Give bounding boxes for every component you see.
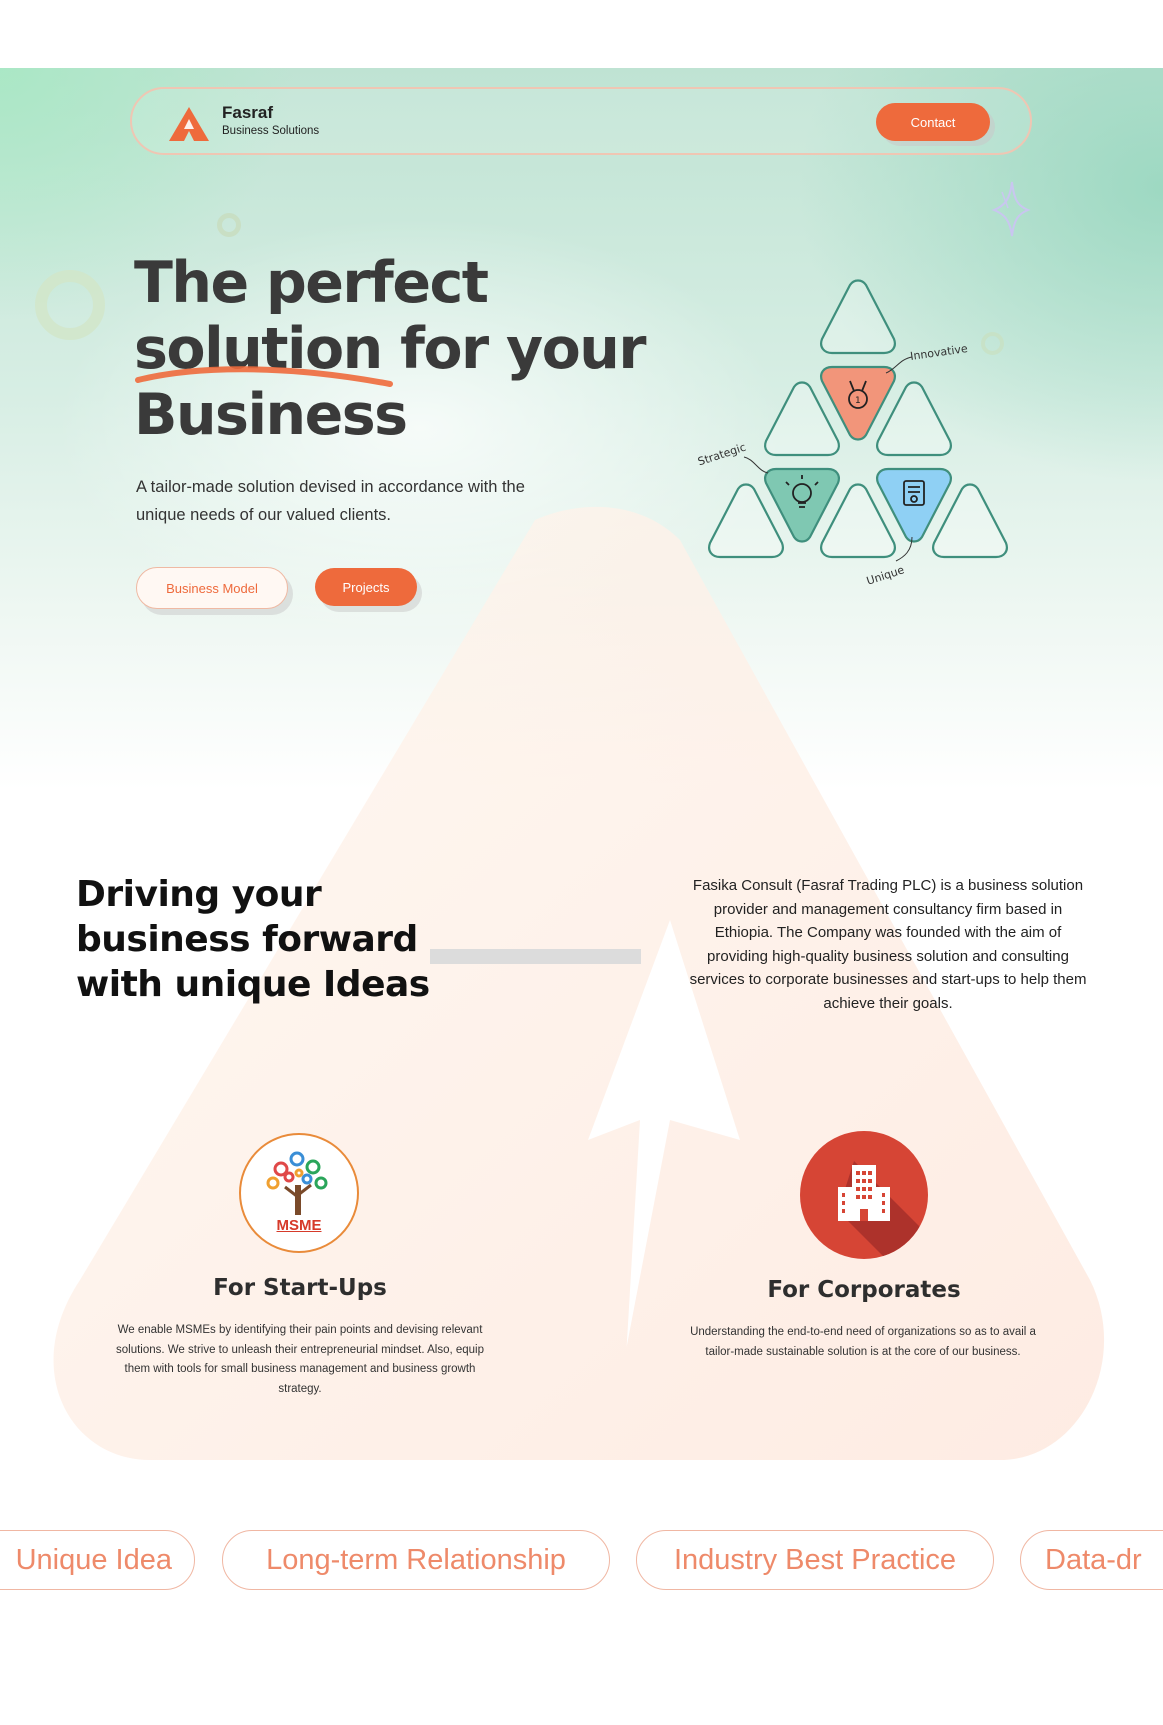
msme-logo-text: MSME bbox=[276, 1217, 322, 1234]
contact-button[interactable]: Contact bbox=[876, 103, 990, 141]
about-heading-line: with unique Ideas bbox=[76, 964, 430, 1005]
hero-subtitle: A tailor-made solution devised in accord… bbox=[136, 473, 606, 529]
corporates-text: Understanding the end-to-end need of org… bbox=[690, 1326, 1036, 1358]
business-model-button[interactable]: Business Model bbox=[136, 567, 288, 609]
hero-title: The perfect solution for your Business bbox=[134, 250, 647, 448]
hero-title-line: The perfect bbox=[134, 250, 489, 316]
value-pill-unique-idea[interactable]: Unique Idea bbox=[0, 1530, 195, 1590]
value-pill-data-driven[interactable]: Data-dr bbox=[1020, 1530, 1163, 1590]
section-divider bbox=[430, 949, 641, 964]
value-pill-industry-best-practice[interactable]: Industry Best Practice bbox=[636, 1530, 994, 1590]
about-heading-line: business forward bbox=[76, 919, 418, 960]
brush-underline bbox=[135, 366, 393, 387]
brand-subtitle: Business Solutions bbox=[222, 125, 320, 137]
about-heading-line: Driving your bbox=[76, 874, 322, 915]
top-navbar: Fasraf Business Solutions Contact bbox=[130, 87, 1032, 155]
msme-logo: MSME bbox=[239, 1133, 359, 1253]
fasraf-logo-icon[interactable] bbox=[168, 105, 210, 143]
sparkle-icon bbox=[991, 181, 1031, 237]
about-text: Fasika Consult (Fasraf Trading PLC) is a… bbox=[689, 877, 1087, 1012]
startups-text: We enable MSMEs by identifying their pai… bbox=[116, 1324, 484, 1395]
about-heading: Driving your business forward with uniqu… bbox=[76, 872, 430, 1007]
decor-ring-small bbox=[217, 213, 241, 237]
brand-name[interactable]: Fasraf bbox=[222, 103, 273, 123]
decor-ring-large bbox=[35, 270, 105, 340]
corporates-title: For Corporates bbox=[767, 1277, 961, 1303]
value-pill-long-term-relationship[interactable]: Long-term Relationship bbox=[222, 1530, 610, 1590]
corporate-building-icon bbox=[800, 1131, 928, 1259]
hero-subtitle-line: unique needs of our valued clients. bbox=[136, 506, 392, 524]
svg-text:1: 1 bbox=[855, 396, 861, 406]
triangle-pyramid-illustration: 1 bbox=[708, 279, 1008, 562]
hero-subtitle-line: A tailor-made solution devised in accord… bbox=[136, 478, 525, 496]
projects-button[interactable]: Projects bbox=[315, 568, 417, 606]
startups-title: For Start-Ups bbox=[213, 1275, 387, 1301]
